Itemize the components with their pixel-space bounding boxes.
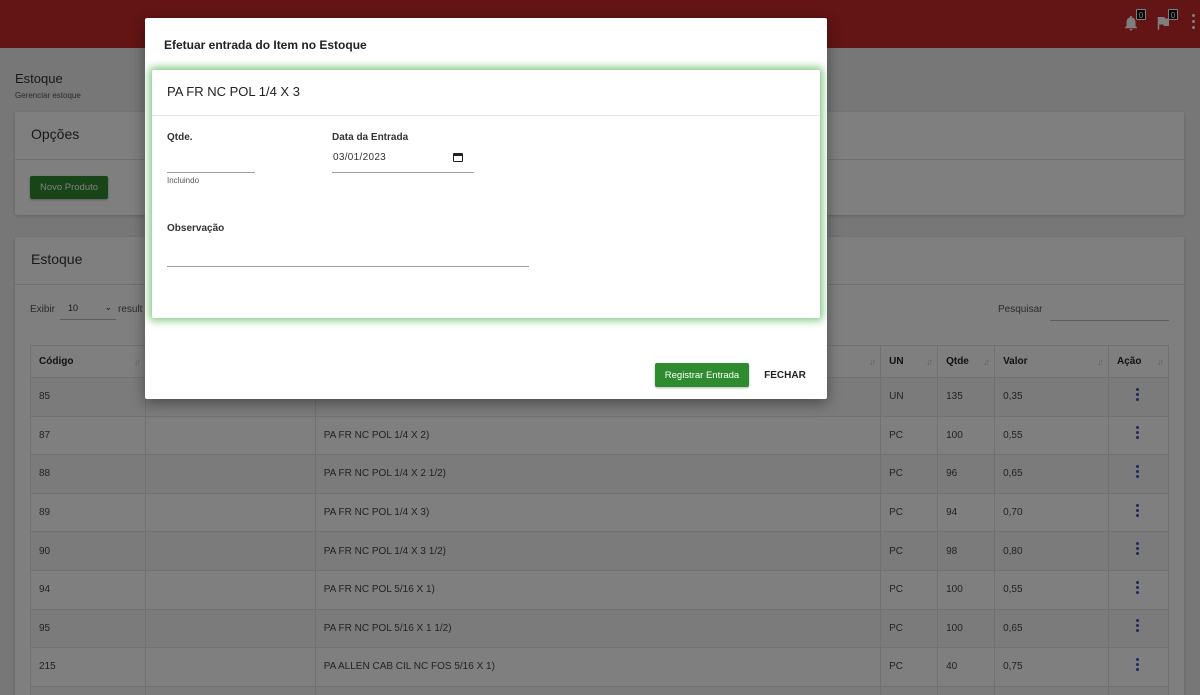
close-button[interactable]: FECHAR bbox=[757, 363, 813, 387]
calendar-icon[interactable] bbox=[453, 153, 463, 162]
entry-date-value: 03/01/2023 bbox=[333, 152, 387, 163]
qty-underline bbox=[167, 172, 255, 173]
observation-input[interactable] bbox=[167, 243, 529, 265]
date-underline bbox=[332, 172, 474, 173]
date-label: Data da Entrada bbox=[332, 132, 409, 143]
observation-underline bbox=[167, 266, 529, 267]
stock-entry-modal: Efetuar entrada do Item no Estoque PA FR… bbox=[145, 18, 827, 399]
register-entry-button[interactable]: Registrar Entrada bbox=[655, 363, 749, 387]
observation-label: Observação bbox=[167, 223, 225, 234]
qty-hint: Incluindo bbox=[167, 176, 200, 185]
modal-title: Efetuar entrada do Item no Estoque bbox=[164, 38, 367, 52]
item-name: PA FR NC POL 1/4 X 3 bbox=[152, 70, 820, 116]
qty-label: Qtde. bbox=[167, 132, 193, 143]
entry-date-input[interactable]: 03/01/2023 bbox=[332, 150, 474, 172]
item-entry-card: PA FR NC POL 1/4 X 3 Qtde. Incluindo Dat… bbox=[152, 70, 820, 318]
qty-input[interactable] bbox=[167, 150, 255, 172]
